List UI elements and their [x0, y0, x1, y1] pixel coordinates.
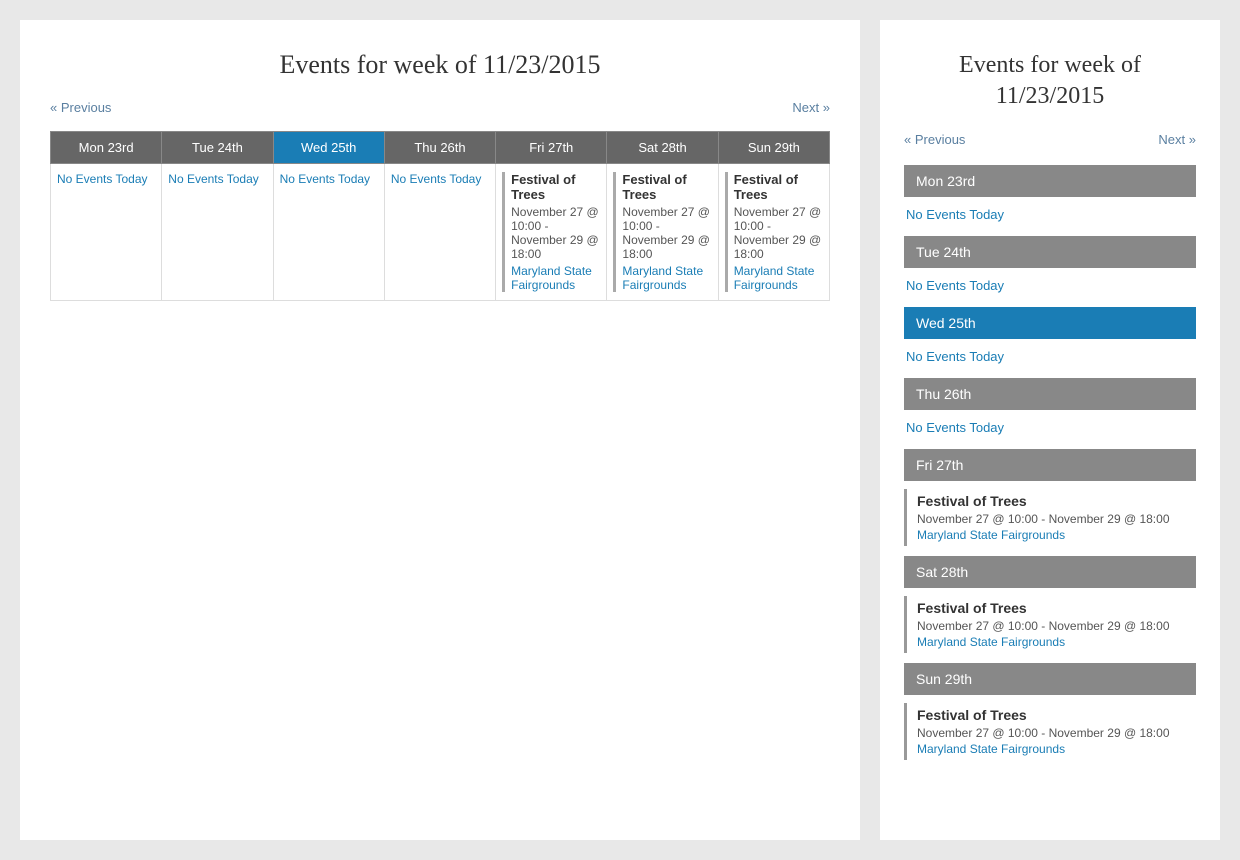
event-time: November 27 @ 10:00 - November 29 @ 18:0…	[622, 205, 711, 261]
right-no-events-label: No Events Today	[904, 205, 1196, 232]
right-day-header-2: Wed 25th	[904, 307, 1196, 339]
right-event-title: Festival of Trees	[917, 707, 1196, 723]
right-day-header-4: Fri 27th	[904, 449, 1196, 481]
right-event-time: November 27 @ 10:00 - November 29 @ 18:0…	[917, 619, 1196, 633]
next-link-right[interactable]: Next »	[1158, 132, 1196, 147]
right-no-events-label: No Events Today	[904, 418, 1196, 445]
table-cell-day-0: No Events Today	[51, 164, 162, 301]
right-day-header-1: Tue 24th	[904, 236, 1196, 268]
table-cell-day-4: Festival of TreesNovember 27 @ 10:00 - N…	[496, 164, 607, 301]
left-nav-row: « Previous Next »	[50, 100, 830, 115]
no-events-label: No Events Today	[280, 172, 371, 186]
right-day-sections: Mon 23rd No Events Today Tue 24th No Events…	[904, 165, 1196, 760]
event-title: Festival of Trees	[734, 172, 823, 202]
table-cell-day-3: No Events Today	[384, 164, 495, 301]
right-day-section-2: Wed 25th No Events Today	[904, 307, 1196, 374]
right-day-header-6: Sun 29th	[904, 663, 1196, 695]
table-header-day-6: Sun 29th	[718, 132, 829, 164]
event-title: Festival of Trees	[622, 172, 711, 202]
table-header-day-5: Sat 28th	[607, 132, 718, 164]
right-day-header-0: Mon 23rd	[904, 165, 1196, 197]
event-time: November 27 @ 10:00 - November 29 @ 18:0…	[511, 205, 600, 261]
no-events-label: No Events Today	[391, 172, 482, 186]
table-header-day-2: Wed 25th	[273, 132, 384, 164]
table-header-day-1: Tue 24th	[162, 132, 273, 164]
right-day-section-3: Thu 26th No Events Today	[904, 378, 1196, 445]
right-event-location-link[interactable]: Maryland State Fairgrounds	[917, 635, 1196, 649]
prev-link-left[interactable]: « Previous	[50, 100, 111, 115]
no-events-label: No Events Today	[168, 172, 259, 186]
table-cell-day-1: No Events Today	[162, 164, 273, 301]
event-cell: Festival of TreesNovember 27 @ 10:00 - N…	[613, 172, 711, 292]
prev-link-right[interactable]: « Previous	[904, 132, 965, 147]
right-event-time: November 27 @ 10:00 - November 29 @ 18:0…	[917, 512, 1196, 526]
table-cell-day-5: Festival of TreesNovember 27 @ 10:00 - N…	[607, 164, 718, 301]
page-title: Events for week of 11/23/2015	[50, 50, 830, 80]
event-title: Festival of Trees	[511, 172, 600, 202]
right-day-section-4: Fri 27th Festival of Trees November 27 @ 1…	[904, 449, 1196, 546]
right-event-title: Festival of Trees	[917, 493, 1196, 509]
next-link-left[interactable]: Next »	[792, 100, 830, 115]
right-nav-row: « Previous Next »	[904, 132, 1196, 147]
event-location-link[interactable]: Maryland State Fairgrounds	[734, 264, 823, 292]
right-event-time: November 27 @ 10:00 - November 29 @ 18:0…	[917, 726, 1196, 740]
right-no-events-label: No Events Today	[904, 347, 1196, 374]
right-event-location-link[interactable]: Maryland State Fairgrounds	[917, 742, 1196, 756]
week-table: Mon 23rdTue 24thWed 25thThu 26thFri 27th…	[50, 131, 830, 301]
event-location-link[interactable]: Maryland State Fairgrounds	[622, 264, 711, 292]
event-time: November 27 @ 10:00 - November 29 @ 18:0…	[734, 205, 823, 261]
event-cell: Festival of TreesNovember 27 @ 10:00 - N…	[725, 172, 823, 292]
right-day-section-6: Sun 29th Festival of Trees November 27 @ 1…	[904, 663, 1196, 760]
table-header-day-3: Thu 26th	[384, 132, 495, 164]
right-panel-title: Events for week of 11/23/2015	[904, 50, 1196, 112]
event-location-link[interactable]: Maryland State Fairgrounds	[511, 264, 600, 292]
table-header-day-0: Mon 23rd	[51, 132, 162, 164]
right-event-item: Festival of Trees November 27 @ 10:00 - N…	[904, 596, 1196, 653]
event-cell: Festival of TreesNovember 27 @ 10:00 - N…	[502, 172, 600, 292]
right-day-section-1: Tue 24th No Events Today	[904, 236, 1196, 303]
no-events-label: No Events Today	[57, 172, 148, 186]
right-panel: Events for week of 11/23/2015 « Previous…	[880, 20, 1220, 840]
right-day-header-5: Sat 28th	[904, 556, 1196, 588]
right-event-item: Festival of Trees November 27 @ 10:00 - N…	[904, 489, 1196, 546]
right-day-section-5: Sat 28th Festival of Trees November 27 @ 1…	[904, 556, 1196, 653]
table-cell-day-2: No Events Today	[273, 164, 384, 301]
right-no-events-label: No Events Today	[904, 276, 1196, 303]
right-event-title: Festival of Trees	[917, 600, 1196, 616]
right-event-item: Festival of Trees November 27 @ 10:00 - N…	[904, 703, 1196, 760]
table-header-day-4: Fri 27th	[496, 132, 607, 164]
table-cell-day-6: Festival of TreesNovember 27 @ 10:00 - N…	[718, 164, 829, 301]
right-day-section-0: Mon 23rd No Events Today	[904, 165, 1196, 232]
right-day-header-3: Thu 26th	[904, 378, 1196, 410]
right-event-location-link[interactable]: Maryland State Fairgrounds	[917, 528, 1196, 542]
left-panel: Events for week of 11/23/2015 « Previous…	[20, 20, 860, 840]
